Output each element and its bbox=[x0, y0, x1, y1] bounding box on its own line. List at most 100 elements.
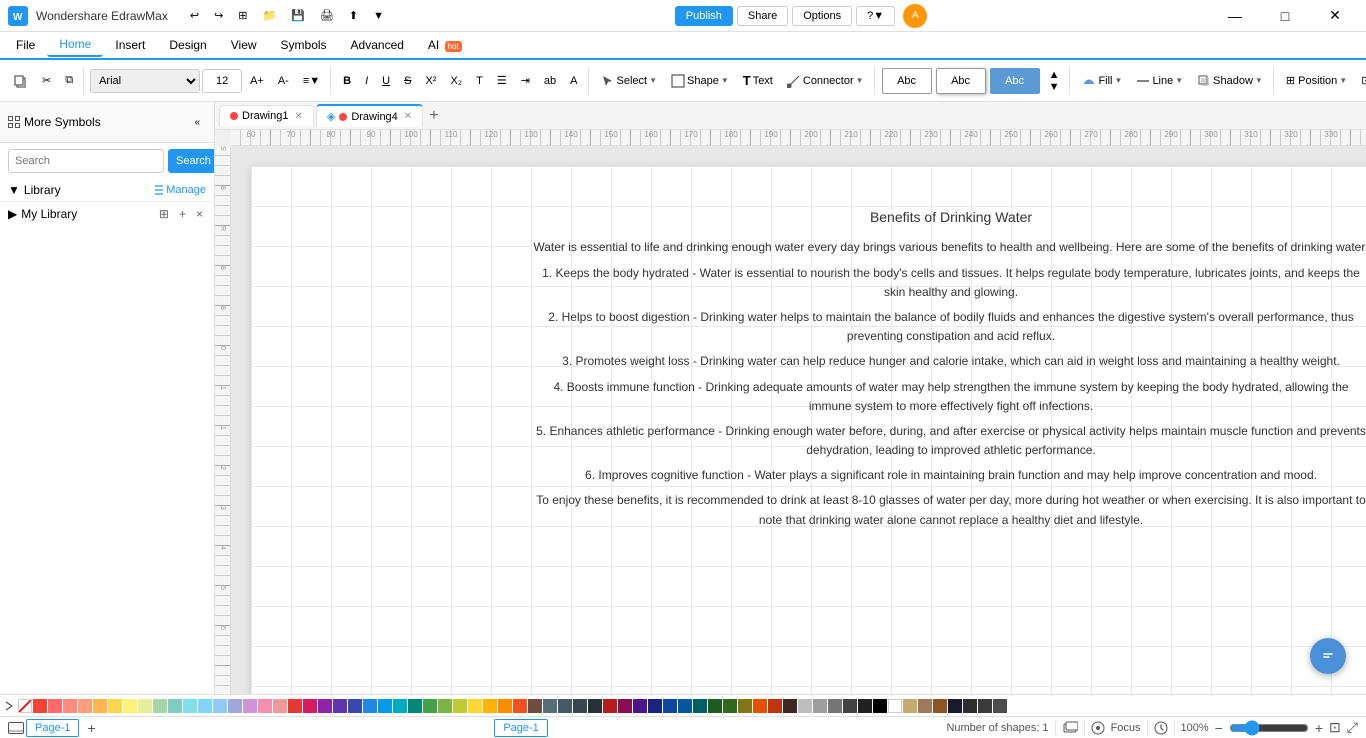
bold-btn[interactable]: B bbox=[337, 67, 357, 95]
color-swatch[interactable] bbox=[198, 699, 212, 713]
current-page-label[interactable]: Page-1 bbox=[26, 719, 79, 737]
styles-expand-btn[interactable]: ▲▼ bbox=[1043, 67, 1066, 95]
my-library-add-btn[interactable]: + bbox=[176, 206, 189, 222]
color-swatch[interactable] bbox=[78, 699, 92, 713]
color-swatch[interactable] bbox=[63, 699, 77, 713]
search-input[interactable] bbox=[8, 149, 164, 173]
line-btn[interactable]: Line ▼ bbox=[1130, 67, 1189, 95]
new-btn[interactable]: ⊞ bbox=[232, 2, 253, 30]
highlight-btn[interactable]: ab bbox=[538, 67, 562, 95]
color-swatch[interactable] bbox=[153, 699, 167, 713]
color-swatch[interactable] bbox=[663, 699, 677, 713]
color-swatch[interactable] bbox=[423, 699, 437, 713]
color-swatch[interactable] bbox=[993, 699, 1007, 713]
font-family-select[interactable]: Arial bbox=[90, 69, 200, 93]
ai-chat-btn[interactable] bbox=[1310, 638, 1346, 674]
color-swatch[interactable] bbox=[468, 699, 482, 713]
options-button[interactable]: Options bbox=[792, 6, 852, 26]
style-filled[interactable]: Abc bbox=[990, 68, 1040, 94]
text-case-btn[interactable]: T bbox=[470, 67, 489, 95]
color-swatch[interactable] bbox=[933, 699, 947, 713]
shape-btn[interactable]: Shape ▼ bbox=[665, 67, 735, 95]
menu-ai[interactable]: AI hot bbox=[416, 34, 474, 56]
export-btn[interactable]: ⬆ bbox=[343, 2, 364, 30]
menu-advanced[interactable]: Advanced bbox=[339, 34, 416, 56]
color-swatch[interactable] bbox=[738, 699, 752, 713]
library-toggle[interactable]: ▼ Library bbox=[8, 183, 61, 197]
color-swatch[interactable] bbox=[678, 699, 692, 713]
publish-button[interactable]: Publish bbox=[675, 6, 733, 26]
color-swatch[interactable] bbox=[783, 699, 797, 713]
color-swatch[interactable] bbox=[333, 699, 347, 713]
color-swatch[interactable] bbox=[123, 699, 137, 713]
underline-btn[interactable]: U bbox=[376, 67, 396, 95]
color-swatch[interactable] bbox=[693, 699, 707, 713]
color-swatch[interactable] bbox=[603, 699, 617, 713]
font-size-input[interactable] bbox=[202, 69, 242, 93]
color-swatch[interactable] bbox=[963, 699, 977, 713]
zoom-in-btn[interactable]: + bbox=[1315, 720, 1323, 736]
color-swatch[interactable] bbox=[213, 699, 227, 713]
color-swatch[interactable] bbox=[408, 699, 422, 713]
color-swatch[interactable] bbox=[813, 699, 827, 713]
color-swatch[interactable] bbox=[303, 699, 317, 713]
subscript-btn[interactable]: X₂ bbox=[444, 67, 468, 95]
user-avatar[interactable]: A bbox=[903, 4, 927, 28]
color-swatch[interactable] bbox=[978, 699, 992, 713]
add-page-btn[interactable]: + bbox=[87, 720, 95, 736]
minimize-btn[interactable]: — bbox=[1212, 0, 1258, 32]
color-swatch[interactable] bbox=[273, 699, 287, 713]
fill-btn[interactable]: Fill ▼ bbox=[1076, 67, 1128, 95]
color-swatch[interactable] bbox=[288, 699, 302, 713]
color-swatch[interactable] bbox=[828, 699, 842, 713]
color-swatch[interactable] bbox=[888, 699, 902, 713]
my-library-close-btn[interactable]: × bbox=[193, 206, 206, 222]
color-swatch[interactable] bbox=[753, 699, 767, 713]
italic-btn[interactable]: I bbox=[359, 67, 374, 95]
tab-drawing4[interactable]: ◈ Drawing4 ✕ bbox=[316, 104, 423, 127]
zoom-out-btn[interactable]: − bbox=[1215, 720, 1223, 736]
font-decrease-btn[interactable]: A- bbox=[272, 67, 295, 95]
color-swatch[interactable] bbox=[588, 699, 602, 713]
shadow-btn[interactable]: Shadow ▼ bbox=[1191, 67, 1269, 95]
color-swatch[interactable] bbox=[348, 699, 362, 713]
copy-btn[interactable]: ⧉ bbox=[59, 67, 79, 95]
color-swatch[interactable] bbox=[228, 699, 242, 713]
paste-btn[interactable] bbox=[8, 67, 34, 95]
color-swatch[interactable] bbox=[243, 699, 257, 713]
strikethrough-btn[interactable]: S bbox=[398, 67, 417, 95]
color-swatch[interactable] bbox=[93, 699, 107, 713]
help-button[interactable]: ?▼ bbox=[856, 6, 895, 26]
color-swatch[interactable] bbox=[768, 699, 782, 713]
color-swatch[interactable] bbox=[633, 699, 647, 713]
color-swatch[interactable] bbox=[723, 699, 737, 713]
my-library-copy-btn[interactable]: ⊞ bbox=[156, 206, 172, 222]
color-swatch[interactable] bbox=[873, 699, 887, 713]
page-nav-label[interactable]: Page-1 bbox=[494, 719, 547, 737]
tab-drawing1[interactable]: Drawing1 ✕ bbox=[219, 105, 314, 126]
align-btn[interactable]: ≡▼ bbox=[297, 67, 326, 95]
color-swatch[interactable] bbox=[393, 699, 407, 713]
color-swatch[interactable] bbox=[438, 699, 452, 713]
save-btn[interactable]: 💾 bbox=[285, 2, 311, 30]
menu-symbols[interactable]: Symbols bbox=[269, 34, 339, 56]
indent-btn[interactable]: ⇥ bbox=[515, 67, 536, 95]
style-plain[interactable]: Abc bbox=[882, 68, 932, 94]
color-swatch[interactable] bbox=[543, 699, 557, 713]
fullscreen-btn[interactable]: ⤢ bbox=[1347, 719, 1358, 736]
search-button[interactable]: Search bbox=[168, 149, 215, 173]
color-swatch[interactable] bbox=[618, 699, 632, 713]
color-swatch[interactable] bbox=[258, 699, 272, 713]
color-swatch[interactable] bbox=[453, 699, 467, 713]
tab-close-drawing1[interactable]: ✕ bbox=[294, 111, 302, 122]
color-swatch[interactable] bbox=[33, 699, 47, 713]
color-swatch[interactable] bbox=[648, 699, 662, 713]
open-btn[interactable]: 📁 bbox=[257, 2, 283, 30]
color-swatch[interactable] bbox=[903, 699, 917, 713]
color-swatch[interactable] bbox=[378, 699, 392, 713]
list-btn[interactable]: ☰ bbox=[491, 67, 513, 95]
close-btn[interactable]: ✕ bbox=[1312, 0, 1358, 32]
color-swatch[interactable] bbox=[558, 699, 572, 713]
manage-btn[interactable]: Manage bbox=[154, 184, 206, 196]
select-btn[interactable]: Select ▼ bbox=[595, 67, 664, 95]
